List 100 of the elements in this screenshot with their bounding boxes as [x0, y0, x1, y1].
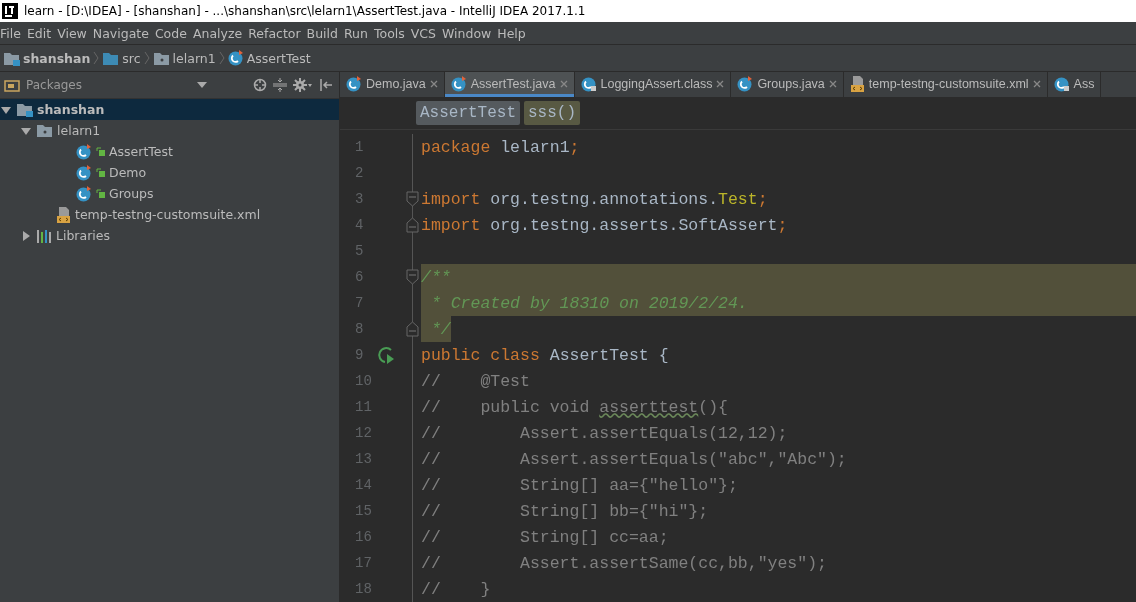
code-token: package	[421, 137, 492, 157]
code-token: org.testng.asserts.SoftAssert	[490, 215, 778, 235]
breadcrumb-item[interactable]: shanshan	[23, 50, 91, 66]
tree-item[interactable]: AssertTest	[0, 141, 339, 162]
menu-item[interactable]: Refactor	[246, 25, 305, 41]
code-token: public class	[421, 345, 541, 365]
locked-class-icon	[1053, 76, 1070, 93]
lock-icon	[96, 189, 105, 198]
line-number: 5	[355, 243, 364, 259]
close-icon[interactable]	[828, 80, 837, 89]
menu-item[interactable]: Navigate	[90, 25, 153, 41]
code-token: */	[429, 319, 451, 339]
tree-item[interactable]: lelarn1	[0, 120, 339, 141]
code-token: (){	[698, 397, 728, 417]
tree-item[interactable]: shanshan	[0, 99, 339, 120]
line-number: 14	[355, 477, 372, 493]
code-token: asserttest	[599, 397, 699, 417]
xml-file-icon	[56, 206, 71, 223]
code-token: import	[421, 189, 482, 209]
close-icon[interactable]	[429, 80, 438, 89]
fold-marker-icon[interactable]	[406, 269, 419, 285]
code-token: // public void	[421, 397, 591, 417]
expanded-arrow-icon[interactable]	[21, 126, 31, 136]
target-icon[interactable]	[253, 78, 267, 92]
expanded-arrow-icon[interactable]	[1, 105, 11, 115]
package-icon	[152, 50, 170, 66]
menu-item[interactable]: Run	[342, 25, 372, 41]
lock-icon	[96, 147, 105, 156]
menu-item[interactable]: View	[55, 25, 91, 41]
menu-item[interactable]: Code	[152, 25, 191, 41]
code-token: Test	[718, 189, 758, 209]
class-icon	[346, 76, 362, 93]
code-token: lelarn1	[500, 137, 570, 157]
class-icon	[76, 164, 92, 181]
settings-icon[interactable]	[293, 78, 313, 92]
breadcrumb-item[interactable]: sss()	[524, 100, 581, 125]
menu-item[interactable]: Window	[440, 25, 496, 41]
code-token: AssertTest	[549, 345, 650, 365]
code-token: ;	[757, 189, 768, 209]
breadcrumb-item[interactable]: AssertTest	[246, 50, 311, 66]
fold-marker-icon[interactable]	[406, 217, 419, 233]
folder-icon	[102, 50, 120, 66]
menu-item[interactable]: Build	[304, 25, 342, 41]
menu-item[interactable]: Help	[495, 25, 530, 41]
xml-file-icon	[849, 76, 865, 93]
code-token: // String[] aa={"hello"};	[421, 475, 738, 495]
close-icon[interactable]	[1032, 80, 1041, 89]
code-token: // Assert.assertEquals(12,12);	[421, 423, 788, 443]
menu-item[interactable]: Analyze	[190, 25, 247, 41]
collapsed-arrow-icon[interactable]	[21, 231, 31, 241]
window-title: learn - [D:\IDEA] - [shanshan] - ...\shanshan\src\lelarn1\AssertTest.java - IntelliJ IDEA 2017.1.1	[24, 4, 586, 18]
close-icon[interactable]	[559, 80, 568, 89]
panel-title: Packages	[26, 78, 83, 92]
tree-item[interactable]: Groups	[0, 183, 339, 204]
menu-item[interactable]: Tools	[371, 25, 409, 41]
close-icon[interactable]	[716, 80, 725, 89]
code-token: * Created by 18310 on 2019/2/24.	[429, 293, 748, 313]
breadcrumb-item[interactable]: AssertTest	[416, 100, 520, 125]
class-icon	[227, 50, 244, 66]
line-number: 6	[355, 269, 364, 285]
menu-item[interactable]: Edit	[24, 25, 56, 41]
editor-tab[interactable]: AssertTest.java	[444, 72, 575, 97]
fold-marker-icon[interactable]	[406, 191, 419, 207]
code-token: /**	[421, 267, 451, 287]
line-number: 15	[355, 503, 372, 519]
code-token: {	[658, 345, 669, 365]
libraries-icon	[36, 228, 52, 243]
chevron-icon	[93, 51, 100, 65]
code-token: import	[421, 215, 482, 235]
breadcrumb-item[interactable]: src	[122, 50, 141, 66]
hide-panel-icon[interactable]	[319, 78, 333, 92]
class-icon	[76, 143, 92, 160]
tree-item[interactable]: temp-testng-customsuite.xml	[0, 204, 339, 225]
line-number: 2	[355, 165, 364, 181]
tree-item[interactable]: Demo	[0, 162, 339, 183]
fold-marker-icon[interactable]	[406, 321, 419, 337]
panel-icon	[4, 78, 20, 92]
run-icon[interactable]	[376, 345, 396, 365]
line-number: 7	[355, 295, 364, 311]
locked-class-icon	[580, 76, 597, 93]
code-token: // Assert.assertSame(cc,bb,"yes");	[421, 553, 827, 573]
dropdown-icon[interactable]	[197, 82, 207, 88]
code-token: ;	[777, 215, 788, 235]
menu-item[interactable]: VCS	[408, 25, 440, 41]
line-number: 10	[355, 373, 372, 389]
code-token: ;	[569, 137, 580, 157]
line-number: 13	[355, 451, 372, 467]
line-number: 11	[355, 399, 372, 415]
module-icon	[3, 50, 20, 66]
line-number: 16	[355, 529, 372, 545]
tree-item[interactable]: Libraries	[0, 225, 339, 246]
menu-item[interactable]: File	[0, 25, 25, 41]
code-token: // String[] cc=aa;	[421, 527, 669, 547]
breadcrumb-item[interactable]: lelarn1	[172, 50, 216, 66]
line-number: 1	[355, 139, 364, 155]
code-token: org.testng.annotations.	[490, 189, 719, 209]
collapse-all-icon[interactable]	[273, 78, 287, 92]
line-number: 12	[355, 425, 372, 441]
module-icon	[16, 102, 33, 117]
chevron-icon	[143, 51, 150, 65]
